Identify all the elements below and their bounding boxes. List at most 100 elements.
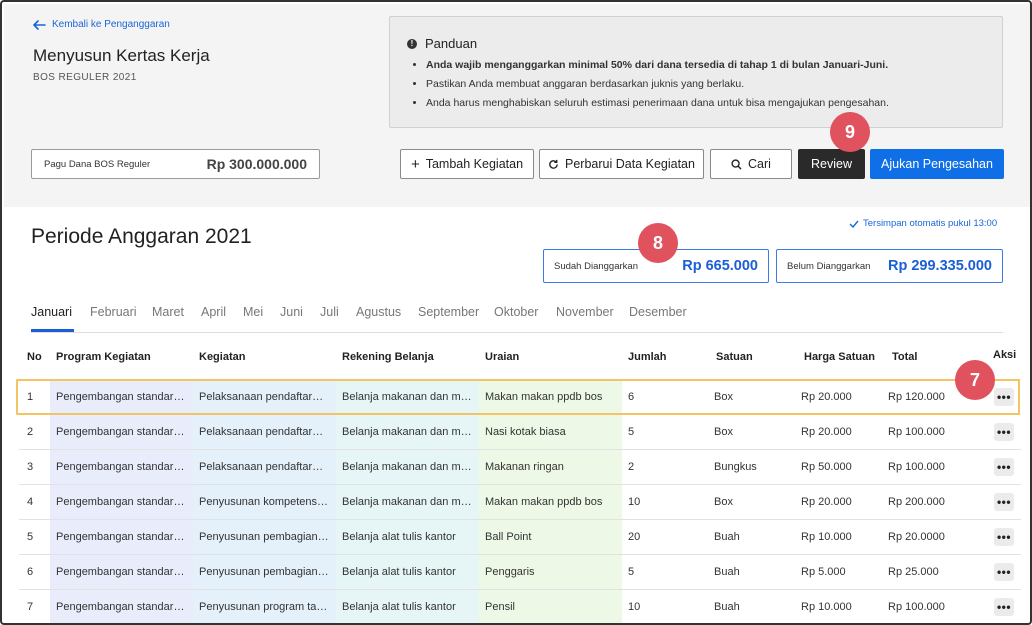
remaining-label: Belum Dianggarkan — [787, 260, 871, 272]
pagu-value: Rp 300.000.000 — [206, 156, 307, 172]
pagu-label: Pagu Dana BOS Reguler — [44, 158, 151, 170]
tab-september[interactable]: September — [418, 305, 479, 319]
cell-satuan: Bungkus — [714, 461, 757, 473]
plus-icon: + — [410, 155, 420, 173]
autosave-label: Tersimpan otomatis pukul 13:00 — [863, 218, 998, 229]
tab-oktober[interactable]: Oktober — [494, 305, 538, 319]
arrow-left-icon — [33, 19, 46, 30]
row-action-menu-button[interactable]: ••• — [994, 598, 1014, 616]
row-divider — [19, 519, 1021, 520]
guide-panel: ! Panduan Anda wajib menganggarkan minim… — [389, 16, 1003, 128]
header-program: Program Kegiatan — [56, 351, 151, 363]
budgeted-label: Sudah Dianggarkan — [554, 260, 638, 272]
cell-rekening: Belanja makanan dan min... — [342, 461, 472, 473]
tab-juni[interactable]: Juni — [280, 305, 303, 319]
cell-program: Pengembangan standar k... — [56, 426, 186, 438]
cell-program: Pengembangan standar k... — [56, 461, 186, 473]
tab-mei[interactable]: Mei — [243, 305, 263, 319]
guide-item: Anda wajib menganggarkan minimal 50% dar… — [426, 59, 889, 71]
tab-maret[interactable]: Maret — [152, 305, 184, 319]
cell-harga-satuan: Rp 50.000 — [801, 461, 852, 473]
refresh-data-button[interactable]: Perbarui Data Kegiatan — [539, 149, 704, 179]
cell-total: Rp 100.000 — [888, 601, 945, 613]
refresh-data-label: Perbarui Data Kegiatan — [565, 157, 695, 171]
cell-jumlah: 10 — [628, 601, 641, 613]
tab-november[interactable]: November — [556, 305, 614, 319]
month-tabs: Januari Februari Maret April Mei Juni Ju… — [31, 299, 1003, 333]
step-badge-9: 9 — [830, 112, 870, 152]
cell-uraian: Makanan ringan — [485, 461, 564, 473]
cell-total: Rp 100.000 — [888, 426, 945, 438]
cell-uraian: Ball Point — [485, 531, 532, 543]
check-icon — [849, 220, 859, 228]
refresh-icon — [549, 159, 558, 169]
cell-rekening: Belanja alat tulis kantor — [342, 566, 456, 578]
cell-total: Rp 20.0000 — [888, 531, 945, 543]
cell-kegiatan: Pelaksanaan pendaftaran ... — [199, 426, 329, 438]
row-action-menu-button[interactable]: ••• — [994, 423, 1014, 441]
cell-harga-satuan: Rp 10.000 — [801, 531, 852, 543]
page-title: Menyusun Kertas Kerja — [33, 46, 210, 65]
guide-item: Pastikan Anda membuat anggaran berdasark… — [426, 78, 889, 90]
header-no: No — [27, 351, 42, 363]
remaining-summary: Belum Dianggarkan Rp 299.335.000 — [776, 249, 1003, 283]
back-link-label: Kembali ke Penganggaran — [52, 19, 170, 30]
row-action-menu-button[interactable]: ••• — [994, 528, 1014, 546]
cell-rekening: Belanja makanan dan min... — [342, 496, 472, 508]
cell-uraian: Makan makan ppdb bos — [485, 496, 603, 508]
cell-no: 4 — [27, 496, 34, 508]
row-divider — [19, 449, 1021, 450]
cell-kegiatan: Penyusunan program tahu... — [199, 601, 329, 613]
search-label: Cari — [748, 157, 771, 171]
cell-rekening: Belanja alat tulis kantor — [342, 531, 456, 543]
cell-no: 5 — [27, 531, 34, 543]
add-activity-button[interactable]: + Tambah Kegiatan — [400, 149, 534, 179]
cell-kegiatan: Penyusunan pembagian t... — [199, 566, 329, 578]
row-action-menu-button[interactable]: ••• — [994, 563, 1014, 581]
cell-program: Pengembangan standar isi — [56, 566, 186, 578]
cell-no: 7 — [27, 601, 34, 613]
cell-satuan: Buah — [714, 531, 740, 543]
cell-uraian: Penggaris — [485, 566, 535, 578]
cell-total: Rp 200.000 — [888, 496, 945, 508]
pagu-dana-field: Pagu Dana BOS Reguler Rp 300.000.000 — [31, 149, 320, 179]
cell-jumlah: 2 — [628, 461, 635, 473]
cell-program: Pengembangan standar isi — [56, 531, 186, 543]
header-harga-satuan: Harga Satuan — [804, 351, 875, 363]
submit-approval-button[interactable]: Ajukan Pengesahan — [870, 149, 1004, 179]
step-badge-7: 7 — [955, 360, 995, 400]
period-title: Periode Anggaran 2021 — [31, 225, 252, 248]
submit-approval-label: Ajukan Pengesahan — [881, 157, 993, 171]
review-label: Review — [811, 157, 852, 171]
cell-satuan: Box — [714, 426, 733, 438]
review-button[interactable]: Review — [798, 149, 865, 179]
cell-harga-satuan: Rp 5.000 — [801, 566, 846, 578]
cell-harga-satuan: Rp 10.000 — [801, 601, 852, 613]
cell-no: 3 — [27, 461, 34, 473]
tab-januari[interactable]: Januari — [31, 305, 72, 319]
autosave-status: Tersimpan otomatis pukul 13:00 — [849, 218, 997, 229]
back-link[interactable]: Kembali ke Penganggaran — [32, 19, 170, 30]
row-action-menu-button[interactable]: ••• — [994, 458, 1014, 476]
cell-jumlah: 5 — [628, 566, 635, 578]
cell-satuan: Buah — [714, 566, 740, 578]
tab-desember[interactable]: Desember — [629, 305, 687, 319]
budgeted-value: Rp 665.000 — [682, 258, 758, 274]
header-uraian: Uraian — [485, 351, 520, 363]
add-activity-label: Tambah Kegiatan — [425, 157, 524, 171]
tab-agustus[interactable]: Agustus — [356, 305, 401, 319]
row-divider — [19, 589, 1021, 590]
header-jumlah: Jumlah — [628, 351, 667, 363]
guide-list: Anda wajib menganggarkan minimal 50% dar… — [426, 59, 889, 116]
cell-kegiatan: Penyusunan kompetensi m... — [199, 496, 329, 508]
cell-no: 2 — [27, 426, 34, 438]
row-action-menu-button[interactable]: ••• — [994, 493, 1014, 511]
tab-april[interactable]: April — [201, 305, 226, 319]
tab-juli[interactable]: Juli — [320, 305, 339, 319]
cell-program: Pengembangan standar k... — [56, 496, 186, 508]
cell-uraian: Nasi kotak biasa — [485, 426, 566, 438]
search-button[interactable]: Cari — [710, 149, 792, 179]
tab-februari[interactable]: Februari — [90, 305, 137, 319]
header-rekening: Rekening Belanja — [342, 351, 434, 363]
guide-title-label: Panduan — [425, 36, 478, 51]
